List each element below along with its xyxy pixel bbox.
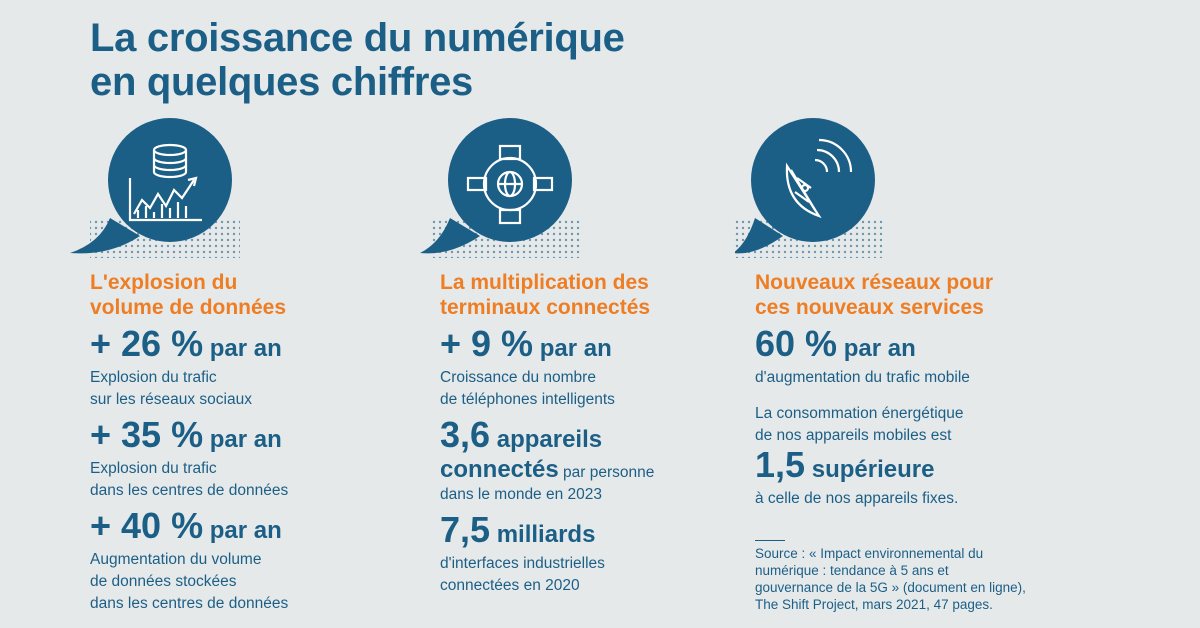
speech-bubble <box>735 118 905 258</box>
database-growth-icon <box>70 118 240 258</box>
stat-datacenter-traffic: + 35 % par an Explosion du trafic dans l… <box>90 414 289 500</box>
column-connected-devices: La multiplication des terminaux connecté… <box>420 118 750 597</box>
column-new-networks: Nouveaux réseaux pour ces nouveaux servi… <box>735 118 1065 613</box>
satellite-dish-icon <box>735 118 885 258</box>
stat-energy-consumption: La consommation énergétique de nos appar… <box>755 405 964 507</box>
section-heading: La multiplication des terminaux connecté… <box>440 271 651 319</box>
stat-stored-data: + 40 % par an Augmentation du volume de … <box>90 505 289 613</box>
stat-smartphones: + 9 % par an Croissance du nombre de tél… <box>440 323 615 409</box>
stat-social-traffic: + 26 % par an Explosion du trafic sur le… <box>90 323 282 409</box>
source-note: Source : « Impact environnemental du num… <box>755 546 1026 612</box>
title-line-2: en quelques chiffres <box>90 60 473 104</box>
stat-devices-per-person: 3,6 appareils connectés par personne dan… <box>440 414 655 504</box>
stat-mobile-traffic: 60 % par an d'augmentation du trafic mob… <box>755 323 970 387</box>
page-title: La croissance du numérique en quelques c… <box>90 16 625 104</box>
title-line-1: La croissance du numérique <box>90 16 625 60</box>
connected-devices-globe-icon <box>420 118 580 258</box>
section-heading: Nouveaux réseaux pour ces nouveaux servi… <box>755 271 994 319</box>
speech-bubble <box>70 118 240 258</box>
column-data-volume: L'explosion du volume de données + 26 % … <box>70 118 400 615</box>
source-divider <box>755 540 785 541</box>
stat-industrial-interfaces: 7,5 milliards d'interfaces industrielles… <box>440 509 605 595</box>
speech-bubble <box>420 118 590 258</box>
section-heading: L'explosion du volume de données <box>90 271 287 319</box>
